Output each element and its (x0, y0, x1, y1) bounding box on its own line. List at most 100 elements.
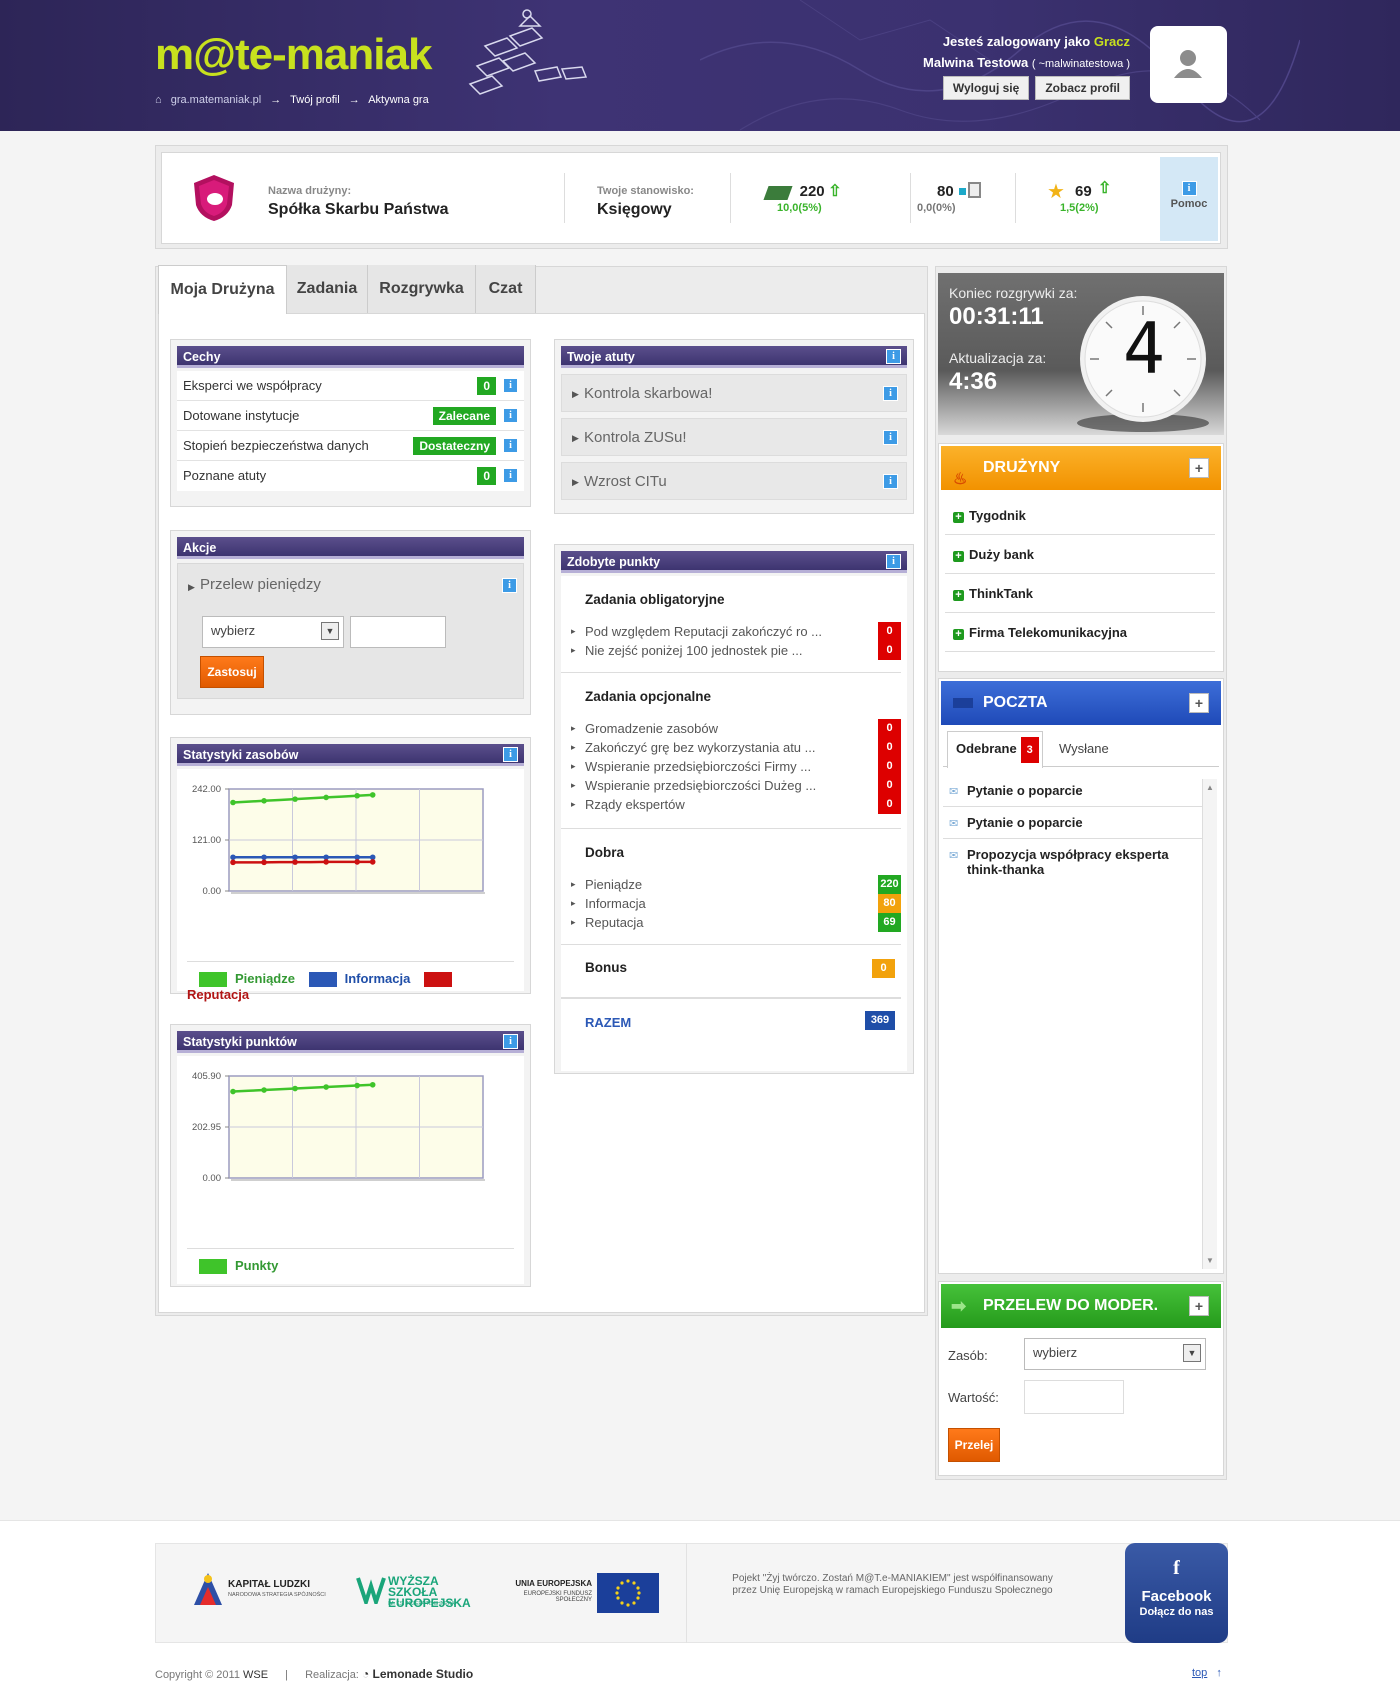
task-score: 0 (878, 622, 901, 641)
info-icon[interactable]: i (883, 386, 898, 401)
resource-label: Zasób: (948, 1348, 988, 1363)
plus-icon[interactable]: + (1189, 693, 1209, 713)
avatar[interactable] (1150, 26, 1227, 103)
facebook-title: Facebook (1141, 1588, 1212, 1605)
team-item[interactable]: + Tygodnik (945, 496, 1215, 535)
tab-czat[interactable]: Czat (476, 265, 536, 313)
view-profile-button[interactable]: Zobacz profil (1035, 76, 1130, 100)
goods-label: Reputacja (585, 915, 644, 930)
plus-icon: + (953, 551, 964, 562)
apply-button[interactable]: Zastosuj (200, 656, 264, 688)
cechy-row-value: Zalecane (432, 407, 496, 425)
poczta-header: POCZTA + (941, 681, 1221, 725)
info-icon[interactable]: i (883, 430, 898, 445)
timer-end-value: 00:31:11 (949, 303, 1044, 330)
made-by[interactable]: Lemonade Studio (373, 1667, 474, 1681)
transfer-button[interactable]: Przelej (948, 1428, 1000, 1462)
back-to-top[interactable]: top ↑ (1192, 1667, 1222, 1679)
info-icon[interactable]: i (503, 378, 518, 393)
goods-row: ▸ Informacja 80 (561, 894, 901, 913)
obligatory-list: ▸ Pod względem Reputacji zakończyć ro ...… (561, 622, 901, 673)
resource-select[interactable]: wybierz ▼ (1024, 1338, 1206, 1370)
y-tick-label: 0.00 (203, 1173, 222, 1184)
mail-item[interactable]: ✉ Pytanie o poparcie (943, 775, 1205, 807)
info-icon[interactable]: i (503, 1034, 518, 1049)
breadcrumb-profile[interactable]: Twój profil (290, 94, 340, 106)
legend-label: Punkty (235, 1258, 279, 1273)
help-button[interactable]: i Pomoc (1160, 157, 1218, 241)
team-item[interactable]: + Duży bank (945, 535, 1215, 574)
kapital-ludzki-logo[interactable]: KAPITAŁ LUDZKI (228, 1579, 310, 1590)
cechy-row-label: Eksperci we współpracy (183, 378, 322, 393)
data-point (292, 854, 298, 861)
punkty-title: Zdobyte punkty (567, 555, 661, 569)
mail-item[interactable]: ✉ Propozycja współpracy eksperta think-th… (943, 839, 1205, 885)
atut-item[interactable]: ▶ Wzrost CITu i (561, 462, 907, 500)
triangle-right-icon: ▸ (571, 626, 576, 636)
timer-box: Koniec rozgrywki za: 00:31:11 Aktualizac… (938, 273, 1224, 435)
plus-icon[interactable]: + (1189, 1296, 1209, 1316)
eu-flag-icon[interactable] (597, 1573, 659, 1613)
logo[interactable]: m@te-maniak (155, 30, 432, 80)
money-icon (763, 185, 793, 200)
task-label: Pod względem Reputacji zakończyć ro ... (585, 624, 822, 639)
home-icon[interactable]: ⌂ (155, 94, 162, 106)
tab-sent[interactable]: Wysłane (1059, 741, 1109, 756)
druzyny-header: ♨ DRUŻYNY + (941, 446, 1221, 490)
punkty-panel: Zdobyte punkty i Zadania obligatoryjne ▸ P… (554, 544, 914, 1074)
info-icon[interactable]: i (503, 747, 518, 762)
scroll-up-icon[interactable]: ▲ (1203, 783, 1217, 792)
cechy-title: Cechy (183, 350, 221, 364)
info-icon[interactable]: i (503, 438, 518, 453)
copyright-org[interactable]: WSE (243, 1669, 268, 1681)
tab-moja-druzyna[interactable]: Moja Drużyna (158, 265, 287, 314)
tab-rozgrywka[interactable]: Rozgrywka (368, 265, 476, 313)
footer: KAPITAŁ LUDZKI NARODOWA STRATEGIA SPÓJNO… (0, 1520, 1400, 1701)
task-label: Zakończyć grę bez wykorzystania atu ... (585, 740, 816, 755)
tab-zadania[interactable]: Zadania (287, 265, 368, 313)
value-input[interactable] (1024, 1380, 1124, 1414)
team-item[interactable]: + Firma Telekomunikacyjna (945, 613, 1215, 652)
info-icon[interactable]: i (883, 474, 898, 489)
atut-item[interactable]: ▶ Kontrola skarbowa! i (561, 374, 907, 412)
y-tick-label: 242.00 (192, 784, 221, 795)
lemonade-logo-icon: ◔ (361, 1667, 370, 1681)
data-point (261, 798, 267, 804)
info-icon[interactable]: i (886, 554, 901, 569)
task-row: ▸ Wspieranie przedsiębiorczości Dużeg ...… (561, 776, 901, 795)
info-icon[interactable]: i (503, 408, 518, 423)
timer-update-value: 4:36 (949, 368, 998, 395)
info-icon[interactable]: i (502, 578, 517, 593)
akcje-panel: Akcje ▶ Przelew pieniędzy i wybierz ▼ Zas… (170, 530, 531, 715)
tab-received[interactable]: Odebrane 3 (947, 731, 1043, 768)
mail-item[interactable]: ✉ Pytanie o poparcie (943, 807, 1205, 839)
info-icon[interactable]: i (503, 468, 518, 483)
task-label: Rządy ekspertów (585, 797, 685, 812)
breadcrumb-home[interactable]: gra.matemaniak.pl (171, 94, 262, 106)
akcje-select-value: wybierz (211, 623, 256, 638)
legend-swatch (308, 972, 337, 988)
scroll-down-icon[interactable]: ▼ (1203, 1256, 1217, 1265)
atut-item[interactable]: ▶ Kontrola ZUSu! i (561, 418, 907, 456)
envelope-icon: ✉ (949, 850, 959, 862)
triangle-right-icon: ▶ (572, 389, 579, 399)
akcje-select[interactable]: wybierz ▼ (202, 616, 344, 648)
goods-score: 80 (878, 894, 901, 913)
akcje-item[interactable]: Przelew pieniędzy (200, 576, 321, 593)
kapital-ludzki-subtitle: NARODOWA STRATEGIA SPÓJNOŚCI (228, 1592, 326, 1598)
akcje-amount-input[interactable] (350, 616, 446, 648)
logout-button[interactable]: Wyloguj się (942, 76, 1030, 100)
data-point (261, 859, 267, 866)
mail-scrollbar[interactable]: ▲ ▼ (1202, 779, 1217, 1269)
facebook-button[interactable]: f Facebook Dołącz do nas (1125, 1543, 1228, 1643)
data-point (292, 859, 298, 865)
resource-select-value: wybierz (1033, 1345, 1078, 1360)
mail-list: ✉ Pytanie o poparcie ✉ Pytanie o poparcie … (943, 775, 1205, 885)
legend-label: Reputacja (187, 987, 250, 1003)
team-item[interactable]: + ThinkTank (945, 574, 1215, 613)
info-icon[interactable]: i (886, 349, 901, 364)
atuty-header: Twoje atuty i (561, 346, 907, 368)
przelew-panel: ➡ PRZELEW DO MODER. + Zasób: wybierz ▼ Wa… (938, 1281, 1224, 1476)
breadcrumb-active-game[interactable]: Aktywna gra (368, 94, 429, 106)
plus-icon[interactable]: + (1189, 458, 1209, 478)
